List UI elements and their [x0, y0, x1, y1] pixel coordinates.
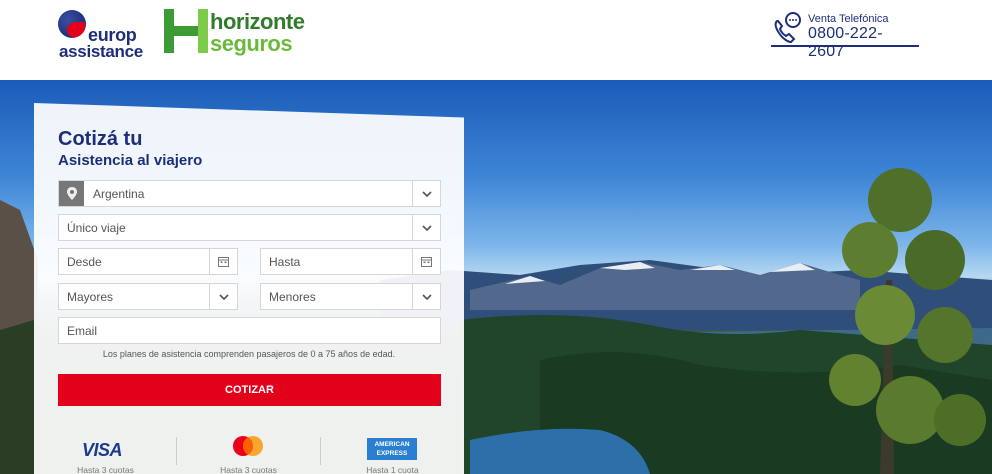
- form-title: Cotizá tu: [58, 128, 143, 150]
- mastercard-installments: Hasta 3 cuotas: [220, 465, 277, 474]
- email-placeholder: Email: [67, 324, 98, 338]
- cotizar-button[interactable]: COTIZAR: [58, 374, 441, 406]
- calendar-icon[interactable]: [209, 249, 237, 274]
- email-field[interactable]: Email: [58, 317, 441, 344]
- visa-installments: Hasta 3 cuotas: [77, 465, 134, 474]
- trip-type-value: Único viaje: [67, 221, 126, 235]
- phone-number: 0800-222-2607: [808, 25, 883, 60]
- payment-mastercard: Hasta 3 cuotas: [177, 425, 320, 474]
- destination-value: Argentina: [93, 187, 145, 201]
- europ-assistance-logo[interactable]: europ assistance: [57, 10, 143, 62]
- chevron-down-icon[interactable]: [412, 181, 440, 206]
- age-note: Los planes de asistencia comprenden pasa…: [102, 349, 396, 359]
- visa-logo: VISA: [82, 440, 123, 460]
- trip-type-select[interactable]: Único viaje: [58, 214, 441, 241]
- horizonte-logo-line2: seguros: [210, 31, 293, 56]
- payment-visa: VISA Hasta 3 cuotas: [34, 425, 177, 474]
- from-date-input[interactable]: Desde: [58, 248, 238, 275]
- europ-logo-line2: assistance: [59, 42, 143, 61]
- payment-amex: AMERICAN EXPRESS Hasta 1 cuota: [321, 425, 464, 474]
- destination-select[interactable]: Argentina: [58, 180, 441, 207]
- phone-chat-icon: [774, 12, 801, 44]
- chevron-down-icon[interactable]: [209, 284, 237, 309]
- chevron-down-icon[interactable]: [412, 284, 440, 309]
- to-date-placeholder: Hasta: [269, 255, 301, 269]
- horizonte-h-mark: [164, 9, 208, 53]
- europ-assistance-emblem: [58, 10, 86, 38]
- mastercard-logo: [233, 436, 263, 456]
- adults-select[interactable]: Mayores: [58, 283, 238, 310]
- phone-sales-link[interactable]: Venta Telefónica 0800-222-2607: [771, 11, 919, 60]
- horizonte-seguros-logo[interactable]: horizonte seguros: [164, 9, 309, 57]
- quote-form: Cotizá tu Asistencia al viajero Argentin…: [34, 103, 464, 425]
- payment-methods-bar: VISA Hasta 3 cuotas Hasta 3 cuotas AMERI…: [34, 425, 464, 474]
- phone-label: Venta Telefónica: [808, 13, 889, 25]
- chevron-down-icon[interactable]: [412, 215, 440, 240]
- from-date-placeholder: Desde: [67, 255, 102, 269]
- site-header: europ assistance horizonte seguros Venta…: [0, 0, 992, 80]
- form-subtitle: Asistencia al viajero: [58, 152, 203, 169]
- location-pin-icon: [59, 181, 84, 206]
- minors-select[interactable]: Menores: [260, 283, 441, 310]
- calendar-icon[interactable]: [412, 249, 440, 274]
- to-date-input[interactable]: Hasta: [260, 248, 441, 275]
- amex-installments: Hasta 1 cuota: [366, 465, 419, 474]
- minors-placeholder: Menores: [269, 290, 316, 304]
- adults-placeholder: Mayores: [67, 290, 114, 304]
- amex-logo: AMERICAN EXPRESS: [367, 438, 417, 460]
